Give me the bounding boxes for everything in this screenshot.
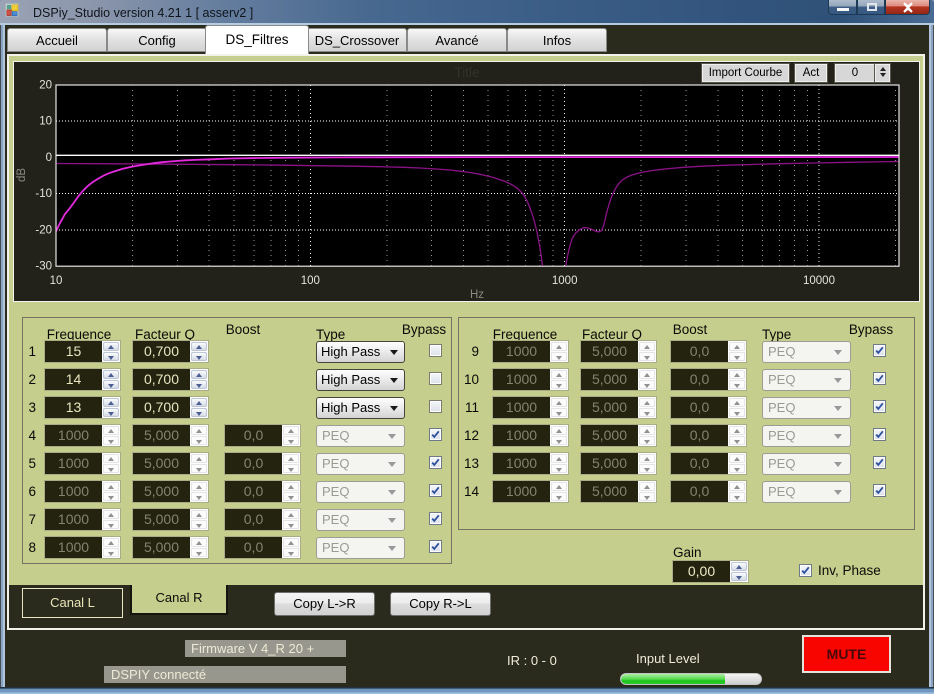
svg-text:10: 10 <box>39 116 52 128</box>
svg-text:-20: -20 <box>35 225 52 237</box>
svg-text:1000: 1000 <box>552 275 578 287</box>
svg-text:-30: -30 <box>35 261 52 273</box>
svg-text:100: 100 <box>301 275 320 287</box>
svg-text:10: 10 <box>50 275 63 287</box>
svg-text:-10: -10 <box>35 188 52 200</box>
svg-text:Title: Title <box>454 65 479 80</box>
svg-text:dB: dB <box>16 168 28 182</box>
svg-text:Hz: Hz <box>470 289 484 301</box>
svg-text:0: 0 <box>46 152 52 164</box>
svg-text:10000: 10000 <box>803 275 835 287</box>
svg-text:20: 20 <box>39 80 52 92</box>
